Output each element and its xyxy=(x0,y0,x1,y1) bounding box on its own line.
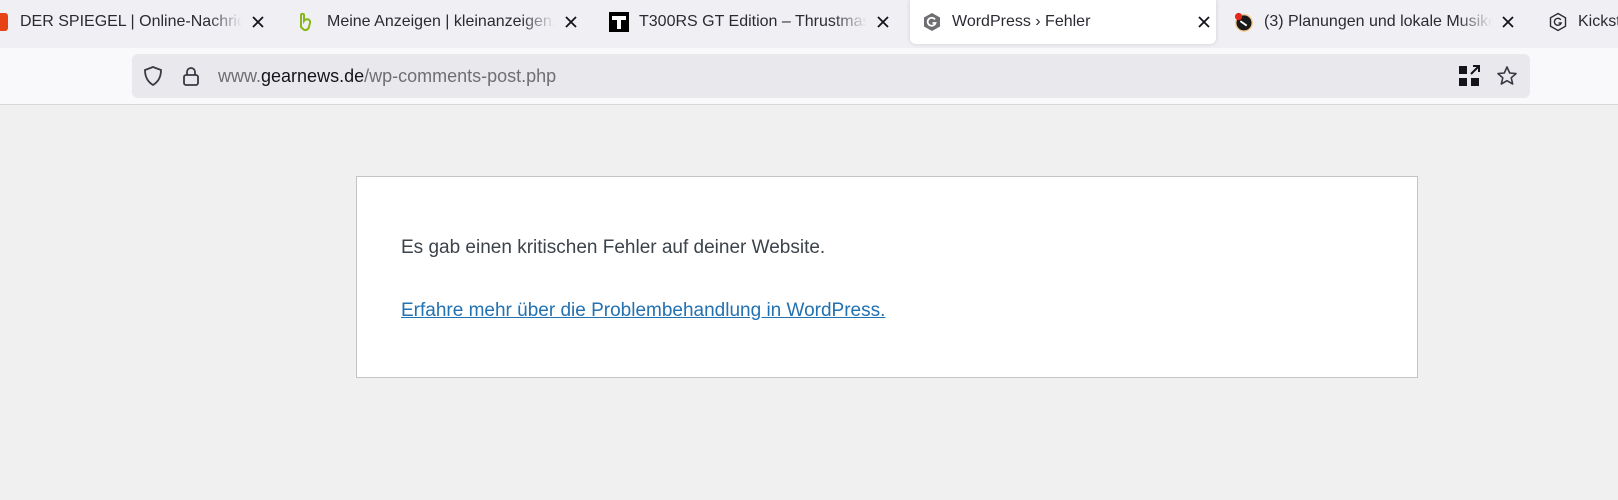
error-message-box: Es gab einen kritischen Fehler auf deine… xyxy=(356,176,1418,378)
close-icon[interactable] xyxy=(248,12,268,32)
close-icon[interactable] xyxy=(873,12,893,32)
tab-title: DER SPIEGEL | Online-Nachrichten xyxy=(20,13,242,30)
page-content: Es gab einen kritischen Fehler auf deine… xyxy=(0,106,1618,500)
close-icon[interactable] xyxy=(1194,12,1214,32)
g-hexagon-icon xyxy=(1548,12,1568,32)
tab-bar: DER SPIEGEL | Online-Nachrichten Meine A… xyxy=(0,0,1618,48)
notification-icon xyxy=(1234,12,1254,32)
close-icon[interactable] xyxy=(561,12,581,32)
tab-thrustmaster[interactable]: T300RS GT Edition – Thrustmaster xyxy=(609,0,893,44)
wordpress-g-icon xyxy=(922,12,942,32)
tab-title: T300RS GT Edition – Thrustmaster xyxy=(639,13,867,30)
kleinanzeigen-icon xyxy=(297,12,317,32)
url-path: /wp-comments-post.php xyxy=(364,66,557,86)
url-prefix: www. xyxy=(218,66,262,86)
qr-code-icon[interactable] xyxy=(1458,65,1480,87)
tab-title: WordPress › Fehler xyxy=(952,13,1091,30)
url-bar[interactable]: www.gearnews.de/wp-comments-post.php xyxy=(132,54,1530,98)
tab-title: Meine Anzeigen | kleinanzeigen.de xyxy=(327,13,555,30)
tab-spiegel[interactable]: DER SPIEGEL | Online-Nachrichten xyxy=(0,0,268,44)
spiegel-icon xyxy=(0,12,10,32)
navigation-toolbar: www.gearnews.de/wp-comments-post.php xyxy=(0,48,1618,105)
tab-kleinanzeigen[interactable]: Meine Anzeigen | kleinanzeigen.de xyxy=(297,0,581,44)
troubleshooting-link[interactable]: Erfahre mehr über die Problembehandlung … xyxy=(401,300,885,322)
url-text[interactable]: www.gearnews.de/wp-comments-post.php xyxy=(218,66,556,87)
tab-kickstarter[interactable]: Kickst xyxy=(1548,0,1618,44)
lock-icon[interactable] xyxy=(180,65,202,87)
thrustmaster-icon xyxy=(609,12,629,32)
bookmark-star-icon[interactable] xyxy=(1496,65,1518,87)
close-icon[interactable] xyxy=(1498,12,1518,32)
critical-error-message: Es gab einen kritischen Fehler auf deine… xyxy=(401,237,826,258)
tab-title: Kickst xyxy=(1578,13,1618,30)
tab-title: (3) Planungen und lokale Musiker xyxy=(1264,13,1492,30)
url-host: gearnews.de xyxy=(261,66,365,86)
tab-planungen[interactable]: (3) Planungen und lokale Musiker xyxy=(1234,0,1518,44)
tracking-protection-shield-icon[interactable] xyxy=(142,65,164,87)
tab-wordpress-fehler[interactable]: WordPress › Fehler xyxy=(910,0,1216,44)
